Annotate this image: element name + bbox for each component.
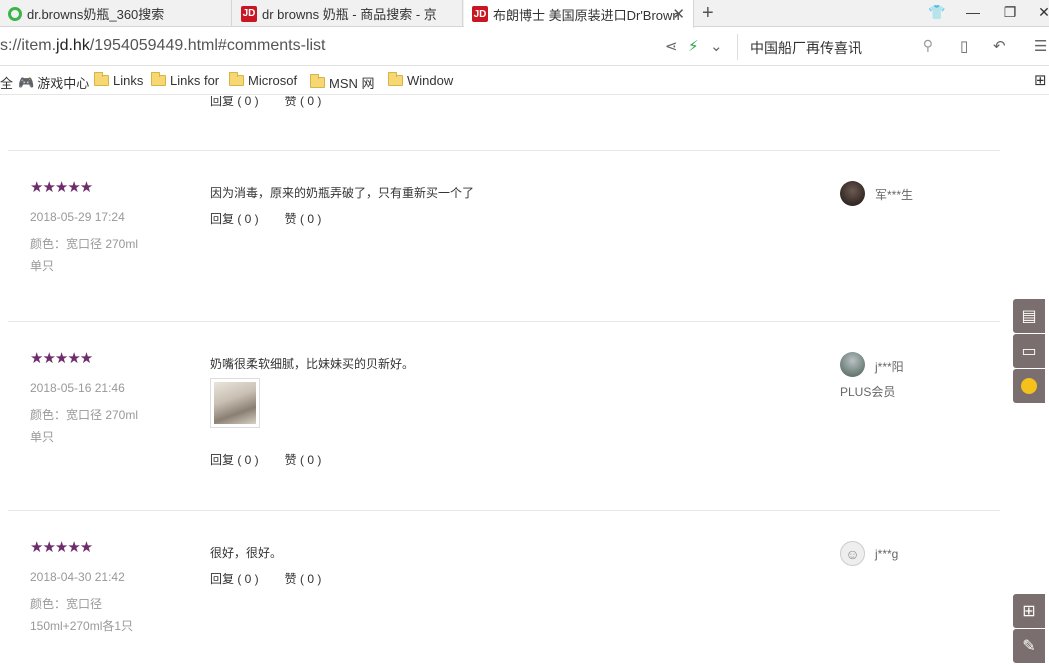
menu-icon[interactable]: ☰ [1034,37,1047,55]
address-bar: s://item.jd.hk/1954059449.html#comments-… [0,28,1049,66]
folder-icon [94,72,109,86]
message-icon: ▤ [1021,308,1037,325]
bookmark-links[interactable]: Links [94,72,144,88]
search-input[interactable]: 中国船厂再传喜讯 [750,38,862,58]
folder-icon [229,72,244,86]
product-attributes: 颜色：宽口径 270ml单只 [30,237,139,273]
plus-member-badge: PLUS会员 [840,385,896,399]
grid-icon[interactable]: ⊞ [1034,71,1047,89]
bookmark-label: Microsof [248,73,298,88]
360-search-icon [8,6,22,21]
rating-stars: ★★★★★ [30,539,93,556]
bookmarks-bar: 全 🎮 游戏中心 Links Links for Microsof MSN 网 W… [0,67,1049,95]
review-actions: 回复 ( 0 ) 赞 ( 0 ) [210,96,347,109]
skin-icon[interactable]: 👕 [927,4,947,21]
review-date: 2018-05-29 17:24 [30,210,125,224]
username[interactable]: 军***生 [875,186,913,203]
chevron-down-icon[interactable]: ⌄ [710,37,723,55]
tab-360-search[interactable]: dr.browns奶瓶_360搜索 [0,0,232,27]
sidebar-comment-button[interactable]: ▤ [1013,299,1045,333]
bookmark-microsoft[interactable]: Microsof [229,72,298,88]
tab-close-icon[interactable]: ✕ [672,5,685,23]
bookmark-label: Links for [170,73,220,88]
folder-icon [151,72,166,86]
bookmark-label: MSN 网 [329,76,375,91]
product-attributes: 颜色：宽口径 270ml单只 [30,408,139,444]
share-icon[interactable]: ⋖ [665,37,678,55]
jd-icon: JD [472,6,488,22]
minimize-button[interactable]: — [963,4,983,20]
sidebar-qrcode-button[interactable]: ⊞ [1013,594,1045,628]
sidebar-coupon-button[interactable] [1013,369,1045,403]
search-icon[interactable]: ⚲ [923,37,933,54]
reply-link[interactable]: 回复 ( 0 ) [210,96,259,108]
close-window-button[interactable]: ✕ [1034,4,1049,21]
reply-link[interactable]: 回复 ( 0 ) [210,212,259,226]
tab-bar: dr.browns奶瓶_360搜索 JD dr browns 奶瓶 - 商品搜索… [0,0,1049,28]
qrcode-icon: ⊞ [1022,603,1036,620]
like-link[interactable]: 赞 ( 0 ) [285,453,322,467]
url-field[interactable]: s://item.jd.hk/1954059449.html#comments-… [0,37,326,55]
like-link[interactable]: 赞 ( 0 ) [285,572,322,586]
tab-title: dr.browns奶瓶_360搜索 [27,7,165,22]
tab-title: 布朗博士 美国原装进口Dr'Brown [493,7,680,23]
bookmark-label: Links [113,73,144,88]
rating-stars: ★★★★★ [30,179,93,196]
bookmark-windows[interactable]: Window [388,72,454,88]
divider [8,321,1000,322]
like-link[interactable]: 赞 ( 0 ) [285,212,322,226]
review-actions: 回复 ( 0 ) 赞 ( 0 ) [210,570,347,587]
username[interactable]: j***g [875,547,898,561]
default-avatar-icon: ☺ [845,545,860,562]
url-domain: jd.hk [56,37,90,54]
jd-icon: JD [241,5,257,22]
review-text: 很好，很好。 [210,546,283,560]
username[interactable]: j***阳 [875,358,904,375]
bookmark-item[interactable]: 全 [0,73,13,92]
search-box[interactable]: 中国船厂再传喜讯 ⚲ [737,34,941,60]
new-tab-button[interactable]: + [702,2,714,25]
divider [8,150,1000,151]
review-actions: 回复 ( 0 ) 赞 ( 0 ) [210,210,347,227]
folder-icon [310,74,325,88]
review-photo[interactable] [210,378,260,428]
tablet-icon[interactable]: ▯ [960,37,968,55]
reply-link[interactable]: 回复 ( 0 ) [210,572,259,586]
compare-icon: ▭ [1021,343,1037,360]
rating-stars: ★★★★★ [30,350,93,367]
url-path: /1954059449.html#comments-list [89,37,326,54]
review-text: 奶嘴很柔软细腻，比妹妹买的贝新好。 [210,357,415,371]
bookmark-label: 游戏中心 [37,76,90,91]
like-link[interactable]: 赞 ( 0 ) [285,96,322,108]
review-date: 2018-04-30 21:42 [30,570,125,584]
tab-jd-product[interactable]: JD 布朗博士 美国原装进口Dr'Brown ✕ [464,0,694,28]
divider [8,510,1000,511]
avatar[interactable] [840,181,865,206]
review-actions: 回复 ( 0 ) 赞 ( 0 ) [210,451,347,468]
pencil-icon: ✎ [1022,638,1036,655]
bookmark-game-center[interactable]: 🎮 游戏中心 [18,73,89,92]
bookmark-label: Window [407,73,454,88]
sidebar-feedback-button[interactable]: ✎ [1013,629,1045,663]
tab-jd-search[interactable]: JD dr browns 奶瓶 - 商品搜索 - 京 [233,0,463,27]
restore-button[interactable]: ❐ [1000,4,1020,21]
bookmark-msn[interactable]: MSN 网 [310,73,375,92]
lightning-icon[interactable]: ⚡ [688,37,699,55]
photo-image [214,382,256,424]
comments-list: 回复 ( 0 ) 赞 ( 0 ) ★★★★★ 2018-05-29 17:24 颜… [0,96,1049,665]
product-attributes: 颜色：宽口径 150ml+270ml各1只 [30,597,134,633]
undo-icon[interactable]: ↶ [993,37,1006,55]
tab-title: dr browns 奶瓶 - 商品搜索 - 京 [262,7,437,22]
avatar[interactable] [840,352,865,377]
url-prefix: s://item. [0,37,57,54]
review-text: 因为消毒，原来的奶瓶弄破了，只有重新买一个了 [210,186,475,200]
sidebar-compare-button[interactable]: ▭ [1013,334,1045,368]
avatar[interactable]: ☺ [840,541,865,566]
reply-link[interactable]: 回复 ( 0 ) [210,453,259,467]
review-date: 2018-05-16 21:46 [30,381,125,395]
bookmark-links-for[interactable]: Links for [151,72,220,88]
gamepad-icon: 🎮 [18,74,35,90]
folder-icon [388,72,403,86]
coupon-icon [1021,378,1037,394]
